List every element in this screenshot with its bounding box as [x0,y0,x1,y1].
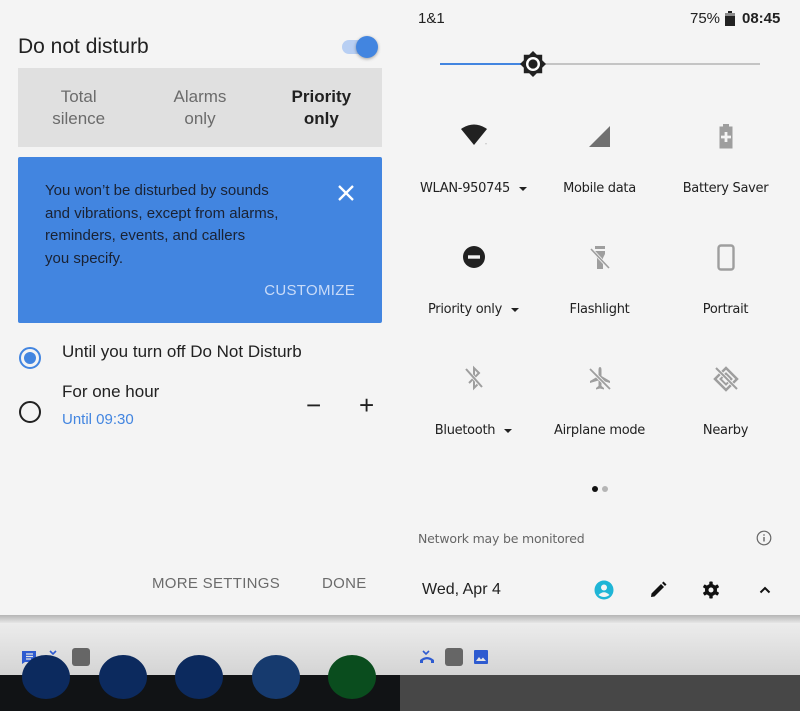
tile-bluetooth[interactable]: Bluetooth [407,365,540,475]
divider [0,615,400,623]
decrease-duration-button[interactable]: − [306,392,321,418]
option-until-off-label: Until you turn off Do Not Disturb [62,342,302,361]
brightness-icon[interactable] [519,50,547,78]
settings-gear-icon[interactable] [701,580,721,600]
tile-wifi[interactable]: WLAN-950745 [407,123,540,233]
tile-label: Airplane mode [553,423,646,438]
gallery-icon [474,650,488,664]
carrier-name: 1&1 [418,10,445,27]
dock-app-icon [99,655,147,699]
tile-auto-rotate[interactable]: Portrait [659,244,792,354]
network-monitored-message[interactable]: Network may be monitored [418,531,585,546]
app-notification-icon [445,648,463,666]
info-line: you specify. [45,249,124,267]
battery-saver-icon [719,124,732,149]
collapse-chevron-up-icon[interactable] [755,580,775,600]
info-line: and vibrations, except from alarms, [45,204,279,222]
mode-label: Priority [291,86,352,106]
mode-priority-only[interactable]: Priority only [261,68,382,147]
flashlight-off-icon [589,246,610,270]
dnd-toggle[interactable] [342,36,378,58]
clock: 08:45 [742,10,781,27]
info-text: You won’t be disturbed by sounds and vib… [45,180,307,270]
page-indicator [592,479,612,497]
brightness-slider[interactable] [440,51,760,77]
tile-dnd[interactable]: Priority only [407,244,540,354]
tile-label: Flashlight [569,302,630,317]
dropdown-caret-icon[interactable] [519,186,528,191]
divider [400,615,800,623]
dnd-title: Do not disturb [18,35,149,58]
option-one-hour-until: Until 09:30 [62,411,134,428]
tile-label: Mobile data [563,181,636,196]
mode-label: only [184,108,216,128]
portrait-icon [716,244,735,271]
tile-nearby[interactable]: Nearby [659,365,792,475]
airplane-off-icon [588,367,611,391]
page-dot-active[interactable] [592,486,598,492]
battery-icon [725,11,735,26]
dropdown-caret-icon[interactable] [504,428,513,433]
mode-label: only [303,108,339,128]
info-icon[interactable] [756,530,772,546]
increase-duration-button[interactable]: + [359,392,374,418]
radio-one-hour[interactable] [19,401,41,423]
tile-battery-saver[interactable]: Battery Saver [659,123,792,233]
app-notification-icon [72,648,90,666]
tile-airplane-mode[interactable]: Airplane mode [533,365,666,475]
close-icon[interactable] [334,181,358,205]
mode-label: Alarms [173,86,227,106]
mode-alarms-only[interactable]: Alarms only [139,68,260,147]
dnd-icon [462,246,485,268]
more-settings-button[interactable]: MORE SETTINGS [152,575,280,592]
customize-button[interactable]: CUSTOMIZE [264,282,355,299]
tile-label: Nearby [702,423,749,438]
option-one-hour-label: For one hour [62,382,160,401]
dock-app-icon [22,655,70,699]
tile-label: Bluetooth [434,423,496,438]
tile-label: Priority only [428,302,502,317]
bluetooth-off-icon [464,365,483,391]
home-screen-dock [0,655,400,711]
tile-label: WLAN-950745 [419,181,511,196]
page-dot[interactable] [602,486,608,492]
dnd-mode-selector: Total silence Alarms only Priority only [18,68,382,147]
mode-label: silence [52,108,106,128]
nearby-off-icon [712,366,739,392]
wifi-icon [460,124,487,145]
user-icon[interactable] [594,580,614,600]
mode-label: Total [60,86,97,106]
signal-icon [588,126,610,147]
tile-label: Portrait [702,302,749,317]
mode-total-silence[interactable]: Total silence [18,68,139,147]
dropdown-caret-icon[interactable] [511,307,519,312]
quick-settings-panel: 1&1 75% 08:45 WLAN-950745 Mobile data Ba… [400,0,800,711]
done-button[interactable]: DONE [322,575,367,592]
missed-call-icon [420,650,434,663]
tile-label: Battery Saver [682,181,769,196]
info-line: You won’t be disturbed by sounds [45,182,269,199]
tile-flashlight[interactable]: Flashlight [533,244,666,354]
date[interactable]: Wed, Apr 4 [422,581,501,599]
radio-until-off[interactable] [19,347,41,369]
dock-app-icon [175,655,223,699]
dock-app-icon [252,655,300,699]
dnd-dialog: Do not disturb Total silence Alarms only P… [0,0,400,711]
dock-whatsapp-icon [328,655,376,699]
info-card: You won’t be disturbed by sounds and vib… [18,157,382,323]
edit-icon[interactable] [648,580,668,600]
tile-mobile-data[interactable]: Mobile data [533,123,666,233]
toggle-thumb [356,36,378,58]
home-screen-background [400,675,800,711]
battery-percent: 75% [690,10,721,27]
info-line: reminders, events, and callers [45,227,246,244]
